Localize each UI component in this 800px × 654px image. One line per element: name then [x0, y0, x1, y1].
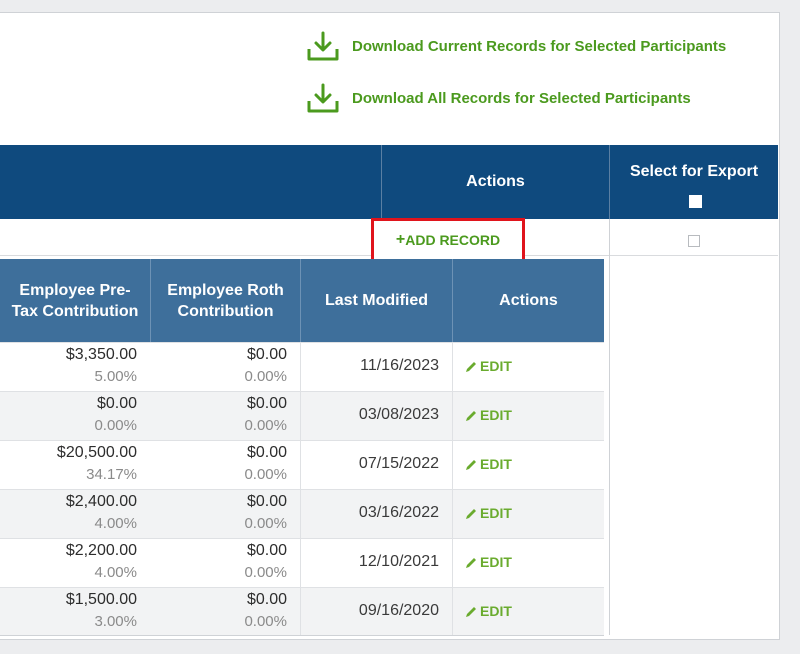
- last-modified-date: 09/16/2020: [358, 602, 439, 619]
- select-for-export-checkbox[interactable]: [688, 235, 700, 247]
- last-modified-date: 03/08/2023: [358, 406, 439, 423]
- actions-cell: EDIT: [452, 490, 604, 538]
- roth-cell: $0.00 0.00%: [150, 490, 300, 538]
- actions-cell: EDIT: [452, 343, 604, 391]
- pretax-percent: 3.00%: [94, 613, 137, 630]
- edit-label: EDIT: [480, 505, 512, 521]
- header-divider: [609, 145, 610, 219]
- download-icon: [307, 83, 339, 113]
- edit-label: EDIT: [480, 603, 512, 619]
- pretax-amount: $2,400.00: [65, 493, 137, 510]
- actions-cell: EDIT: [452, 441, 604, 489]
- edit-label: EDIT: [480, 456, 512, 472]
- roth-percent: 0.00%: [244, 613, 287, 630]
- pencil-icon: [466, 459, 476, 470]
- roth-cell: $0.00 0.00%: [150, 441, 300, 489]
- table-bottom-border: [0, 635, 604, 636]
- actions-header: Actions: [466, 173, 525, 190]
- table-row: $2,200.00 4.00% $0.00 0.00% 12/10/2021 E…: [0, 538, 604, 587]
- pretax-amount: $0.00: [96, 395, 137, 412]
- last-modified-date: 11/16/2023: [360, 357, 439, 374]
- roth-amount: $0.00: [246, 395, 287, 412]
- download-icon: [307, 31, 339, 61]
- export-column-border: [609, 219, 610, 635]
- pretax-amount: $2,200.00: [65, 542, 137, 559]
- actions-cell: EDIT: [452, 392, 604, 440]
- edit-button[interactable]: EDIT: [465, 456, 512, 472]
- edit-label: EDIT: [480, 407, 512, 423]
- pencil-icon: [466, 557, 476, 568]
- outer-table-header: Actions Select for Export: [0, 145, 778, 219]
- edit-label: EDIT: [480, 554, 512, 570]
- table-row: $3,350.00 5.00% $0.00 0.00% 11/16/2023 E…: [0, 342, 604, 391]
- roth-percent: 0.00%: [244, 466, 287, 483]
- roth-cell: $0.00 0.00%: [150, 392, 300, 440]
- col-header-roth: Employee Roth Contribution: [150, 259, 300, 342]
- table-row: $1,500.00 3.00% $0.00 0.00% 09/16/2020 E…: [0, 587, 604, 636]
- roth-amount: $0.00: [246, 591, 287, 608]
- edit-button[interactable]: EDIT: [465, 603, 512, 619]
- roth-percent: 0.00%: [244, 417, 287, 434]
- plus-icon: +: [395, 231, 406, 248]
- modified-cell: 11/16/2023: [300, 343, 452, 391]
- edit-button[interactable]: EDIT: [465, 505, 512, 521]
- pretax-percent: 0.00%: [94, 417, 137, 434]
- modified-cell: 12/10/2021: [300, 539, 452, 587]
- edit-button[interactable]: EDIT: [465, 407, 512, 423]
- download-current-label: Download Current Records for Selected Pa…: [352, 37, 727, 55]
- pretax-amount: $1,500.00: [65, 591, 137, 608]
- add-record-button[interactable]: + ADD RECORD: [371, 218, 525, 262]
- pencil-icon: [466, 410, 476, 421]
- edit-label: EDIT: [480, 358, 512, 374]
- pretax-percent: 4.00%: [94, 564, 137, 581]
- last-modified-date: 12/10/2021: [358, 553, 439, 570]
- modified-cell: 09/16/2020: [300, 588, 452, 636]
- pretax-cell: $2,400.00 4.00%: [0, 490, 150, 538]
- roth-cell: $0.00 0.00%: [150, 343, 300, 391]
- download-all-label: Download All Records for Selected Partic…: [352, 89, 691, 107]
- add-record-label: ADD RECORD: [405, 232, 501, 248]
- download-all-records-link[interactable]: Download All Records for Selected Partic…: [306, 82, 691, 114]
- roth-amount: $0.00: [246, 444, 287, 461]
- table-row: $2,400.00 4.00% $0.00 0.00% 03/16/2022 E…: [0, 489, 604, 538]
- pretax-percent: 5.00%: [94, 368, 137, 385]
- modified-cell: 07/15/2022: [300, 441, 452, 489]
- actions-cell: EDIT: [452, 588, 604, 636]
- modified-cell: 03/08/2023: [300, 392, 452, 440]
- pretax-amount: $3,350.00: [65, 346, 137, 363]
- roth-amount: $0.00: [246, 493, 287, 510]
- last-modified-date: 03/16/2022: [358, 504, 439, 521]
- select-for-export-header: Select for Export: [629, 163, 759, 180]
- download-current-records-link[interactable]: Download Current Records for Selected Pa…: [306, 30, 726, 62]
- table-row: $20,500.00 34.17% $0.00 0.00% 07/15/2022…: [0, 440, 604, 489]
- pretax-cell: $20,500.00 34.17%: [0, 441, 150, 489]
- roth-amount: $0.00: [246, 542, 287, 559]
- pretax-cell: $3,350.00 5.00%: [0, 343, 150, 391]
- roth-cell: $0.00 0.00%: [150, 539, 300, 587]
- pencil-icon: [466, 508, 476, 519]
- roth-amount: $0.00: [246, 346, 287, 363]
- roth-cell: $0.00 0.00%: [150, 588, 300, 636]
- last-modified-date: 07/15/2022: [358, 455, 439, 472]
- col-header-actions: Actions: [452, 259, 604, 342]
- roth-percent: 0.00%: [244, 515, 287, 532]
- pretax-cell: $0.00 0.00%: [0, 392, 150, 440]
- pencil-icon: [466, 361, 476, 372]
- pretax-amount: $20,500.00: [56, 444, 137, 461]
- select-all-checkbox[interactable]: [689, 195, 702, 208]
- roth-percent: 0.00%: [244, 368, 287, 385]
- actions-cell: EDIT: [452, 539, 604, 587]
- pretax-cell: $2,200.00 4.00%: [0, 539, 150, 587]
- pencil-icon: [466, 606, 476, 617]
- edit-button[interactable]: EDIT: [465, 554, 512, 570]
- pretax-percent: 34.17%: [86, 466, 137, 483]
- col-header-last-modified: Last Modified: [300, 259, 452, 342]
- pretax-percent: 4.00%: [94, 515, 137, 532]
- col-header-pretax: Employee Pre-Tax Contribution: [0, 259, 150, 342]
- roth-percent: 0.00%: [244, 564, 287, 581]
- modified-cell: 03/16/2022: [300, 490, 452, 538]
- edit-button[interactable]: EDIT: [465, 358, 512, 374]
- table-row: $0.00 0.00% $0.00 0.00% 03/08/2023 EDIT: [0, 391, 604, 440]
- pretax-cell: $1,500.00 3.00%: [0, 588, 150, 636]
